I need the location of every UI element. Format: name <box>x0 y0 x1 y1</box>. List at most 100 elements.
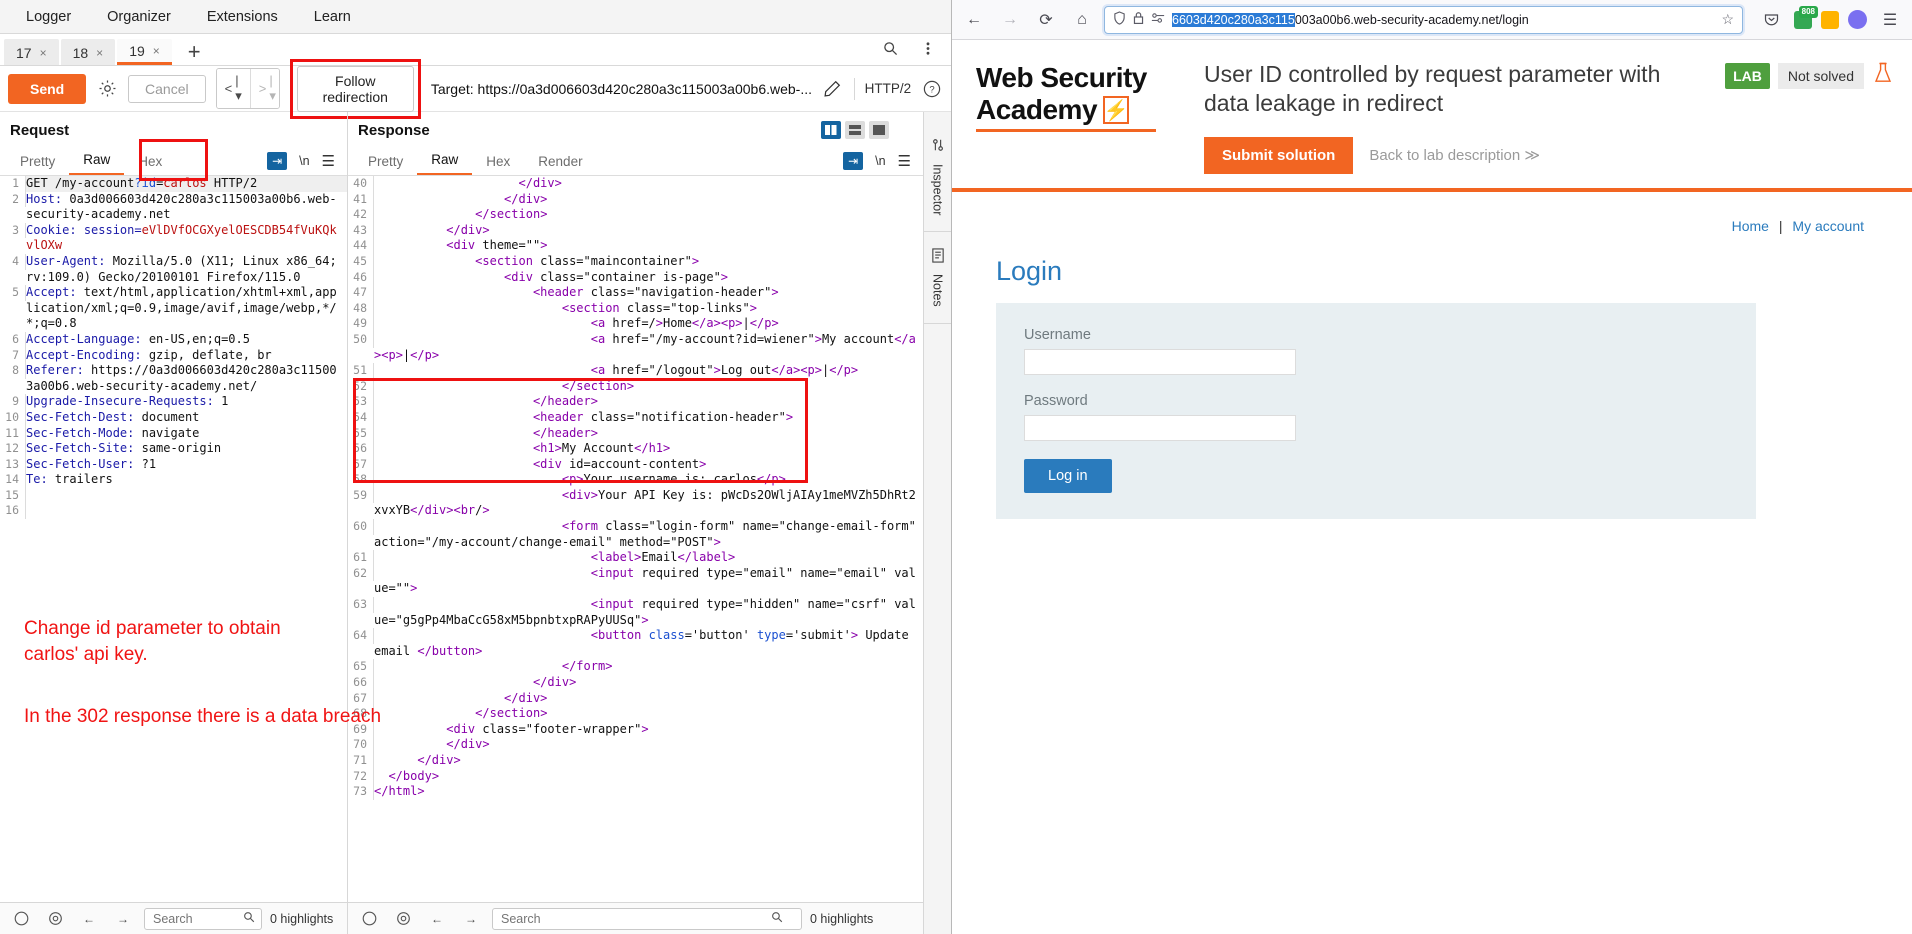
shield-icon[interactable] <box>1113 11 1126 28</box>
code-line[interactable]: 72 </body> <box>348 768 923 785</box>
code-line-text[interactable]: </header> <box>374 426 923 442</box>
code-line[interactable]: 3 Cookie: session=eVlDVfOCGXyelOESCDB54fV… <box>0 222 347 254</box>
code-line[interactable]: 48 <section class="top-links"> <box>348 300 923 317</box>
next-request-button[interactable]: > |▾ <box>250 69 279 108</box>
gear-icon[interactable] <box>96 76 118 102</box>
extension-icon-wrap[interactable]: 808 <box>1794 5 1818 29</box>
code-line-text[interactable]: <input required type="email" name="email… <box>374 566 923 597</box>
code-line[interactable]: 41 </div> <box>348 191 923 208</box>
layout-horizontal-split-icon[interactable] <box>845 120 865 139</box>
code-line-text[interactable]: <div class="footer-wrapper"> <box>374 722 923 738</box>
code-line-text[interactable]: <div theme=""> <box>374 238 923 254</box>
hamburger-menu-icon[interactable]: ☰ <box>898 152 911 170</box>
code-line[interactable]: 10 Sec-Fetch-Dest: document <box>0 409 347 426</box>
code-line-text[interactable]: <h1>My Account</h1> <box>374 441 923 457</box>
response-tab-render[interactable]: Render <box>524 149 596 175</box>
code-line-text[interactable]: </section> <box>374 207 923 223</box>
code-line-text[interactable]: <p>Your username is: carlos</p> <box>374 472 923 488</box>
url-text[interactable]: 6603d420c280a3c115003a00b6.web-security-… <box>1172 12 1529 27</box>
bookmark-star-icon[interactable]: ☆ <box>1721 11 1734 28</box>
code-line[interactable]: 49 <a href=/>Home</a><p>|</p> <box>348 316 923 332</box>
code-line-text[interactable]: User-Agent: Mozilla/5.0 (X11; Linux x86_… <box>26 254 347 285</box>
code-line[interactable]: 1 GET /my-account?id=carlos HTTP/2 <box>0 176 347 192</box>
submit-solution-button[interactable]: Submit solution <box>1204 136 1354 174</box>
code-line-text[interactable]: Upgrade-Insecure-Requests: 1 <box>26 394 347 410</box>
search-forward-icon[interactable]: → <box>110 906 136 932</box>
code-line[interactable]: 16 <box>0 503 347 520</box>
response-tab-pretty[interactable]: Pretty <box>354 149 417 175</box>
code-line[interactable]: 67 </div> <box>348 690 923 707</box>
code-line-text[interactable]: <div>Your API Key is: pWcDs2OWljAIAy1meM… <box>374 488 923 519</box>
overflow-menu-icon[interactable] <box>915 35 941 61</box>
code-line-text[interactable]: </header> <box>374 394 923 410</box>
code-line-text[interactable]: <a href="/my-account?id=wiener">My accou… <box>374 332 923 363</box>
code-line[interactable]: 61 <label>Email</label> <box>348 550 923 566</box>
link-my-account[interactable]: My account <box>1792 218 1864 234</box>
prev-request-button[interactable]: < |▾ <box>216 69 251 108</box>
code-line-text[interactable]: </div> <box>374 691 923 707</box>
code-line-text[interactable]: Sec-Fetch-Mode: navigate <box>26 426 347 442</box>
code-line-text[interactable]: Te: trailers <box>26 472 347 488</box>
request-tab-raw[interactable]: Raw <box>69 147 125 175</box>
code-line[interactable]: 8 Referer: https://0a3d006603d420c280a3c1… <box>0 363 347 394</box>
code-line-text[interactable]: Sec-Fetch-User: ?1 <box>26 457 347 473</box>
link-home[interactable]: Home <box>1732 218 1769 234</box>
send-button[interactable]: Send <box>8 73 87 104</box>
cancel-button[interactable]: Cancel <box>128 74 206 103</box>
code-line[interactable]: 53 </header> <box>348 394 923 410</box>
layout-single-icon[interactable] <box>869 120 889 139</box>
code-line-text[interactable]: <div id=account-content> <box>374 457 923 473</box>
request-search-input[interactable] <box>151 910 239 927</box>
code-line-text[interactable]: Sec-Fetch-Dest: document <box>26 410 347 426</box>
forward-icon[interactable]: → <box>996 6 1024 34</box>
code-line-text[interactable]: </div> <box>374 675 923 691</box>
code-line[interactable]: 59 <div>Your API Key is: pWcDs2OWljAIAy1… <box>348 487 923 519</box>
code-line-text[interactable]: </body> <box>374 769 923 785</box>
back-icon[interactable]: ← <box>960 6 988 34</box>
inspector-panel-icon[interactable] <box>925 132 951 158</box>
code-line[interactable]: 65 </form> <box>348 659 923 675</box>
menu-item-logger[interactable]: Logger <box>8 3 89 31</box>
newline-toggle[interactable]: \n <box>875 154 885 168</box>
request-tab-hex[interactable]: Hex <box>124 149 176 175</box>
code-line-text[interactable]: Accept-Encoding: gzip, deflate, br <box>26 348 347 364</box>
search-back-icon[interactable]: ← <box>424 906 450 932</box>
menu-item-extensions[interactable]: Extensions <box>189 3 296 31</box>
code-line[interactable]: 71 </div> <box>348 752 923 769</box>
code-line[interactable]: 5 Accept: text/html,application/xhtml+xml… <box>0 285 347 332</box>
close-icon[interactable]: × <box>153 44 160 58</box>
code-line[interactable]: 62 <input required type="email" name="em… <box>348 565 923 597</box>
code-line[interactable]: 15 <box>0 487 347 504</box>
reload-icon[interactable]: ⟳ <box>1032 6 1060 34</box>
code-line[interactable]: 51 <a href="/logout">Log out</a><p>|</p> <box>348 363 923 379</box>
code-line[interactable]: 69 <div class="footer-wrapper"> <box>348 721 923 738</box>
code-line-text[interactable]: <label>Email</label> <box>374 550 923 566</box>
code-line[interactable]: 46 <div class="container is-page"> <box>348 269 923 286</box>
hamburger-menu-icon[interactable]: ☰ <box>322 152 335 170</box>
password-input[interactable] <box>1024 415 1296 441</box>
code-line-text[interactable] <box>26 503 347 519</box>
code-line-text[interactable]: <div class="container is-page"> <box>374 270 923 286</box>
gear-icon[interactable] <box>390 906 416 932</box>
menu-item-organizer[interactable]: Organizer <box>89 3 189 31</box>
request-code-view[interactable]: 1 GET /my-account?id=carlos HTTP/2 2 Host: … <box>0 176 347 902</box>
code-line[interactable]: 6 Accept-Language: en-US,en;q=0.5 <box>0 331 347 348</box>
gear-icon[interactable] <box>42 906 68 932</box>
search-icon[interactable] <box>877 35 903 61</box>
request-search-box[interactable] <box>144 907 262 930</box>
chevron-down-icon[interactable]: |▾ <box>269 73 276 104</box>
code-line[interactable]: 43 </div> <box>348 222 923 239</box>
code-line-text[interactable]: </section> <box>374 379 923 395</box>
code-line-text[interactable]: <form class="login-form" name="change-em… <box>374 519 923 550</box>
follow-redirection-button[interactable]: Follow redirection <box>296 65 414 112</box>
code-line-text[interactable]: </div> <box>374 192 923 208</box>
new-tab-button[interactable]: + <box>174 39 215 65</box>
code-line[interactable]: 50 <a href="/my-account?id=wiener">My ac… <box>348 331 923 363</box>
notes-label[interactable]: Notes <box>931 268 945 313</box>
request-tab-pretty[interactable]: Pretty <box>6 149 69 175</box>
code-line-text[interactable]: <input required type="hidden" name="csrf… <box>374 597 923 628</box>
help-icon[interactable] <box>356 906 382 932</box>
code-line[interactable]: 13 Sec-Fetch-User: ?1 <box>0 456 347 473</box>
repeater-tab-17[interactable]: 17 × <box>4 39 59 65</box>
response-tab-raw[interactable]: Raw <box>417 147 473 175</box>
